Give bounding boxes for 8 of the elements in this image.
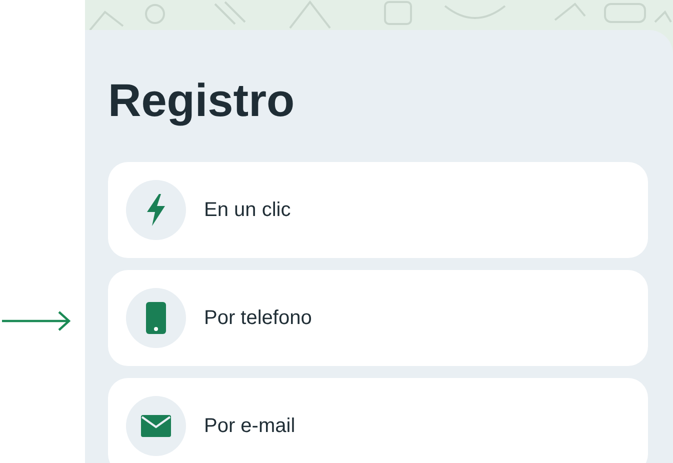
registration-option[interactable]: Por e-mail [108, 378, 648, 463]
arrow-icon [1, 311, 71, 331]
registration-option[interactable]: En un clic [108, 162, 648, 258]
registration-option[interactable]: Por telefono [108, 270, 648, 366]
page-title: Registro [108, 73, 296, 128]
lightning-icon [145, 194, 167, 226]
phone-icon [146, 302, 166, 334]
mail-icon [141, 415, 171, 437]
